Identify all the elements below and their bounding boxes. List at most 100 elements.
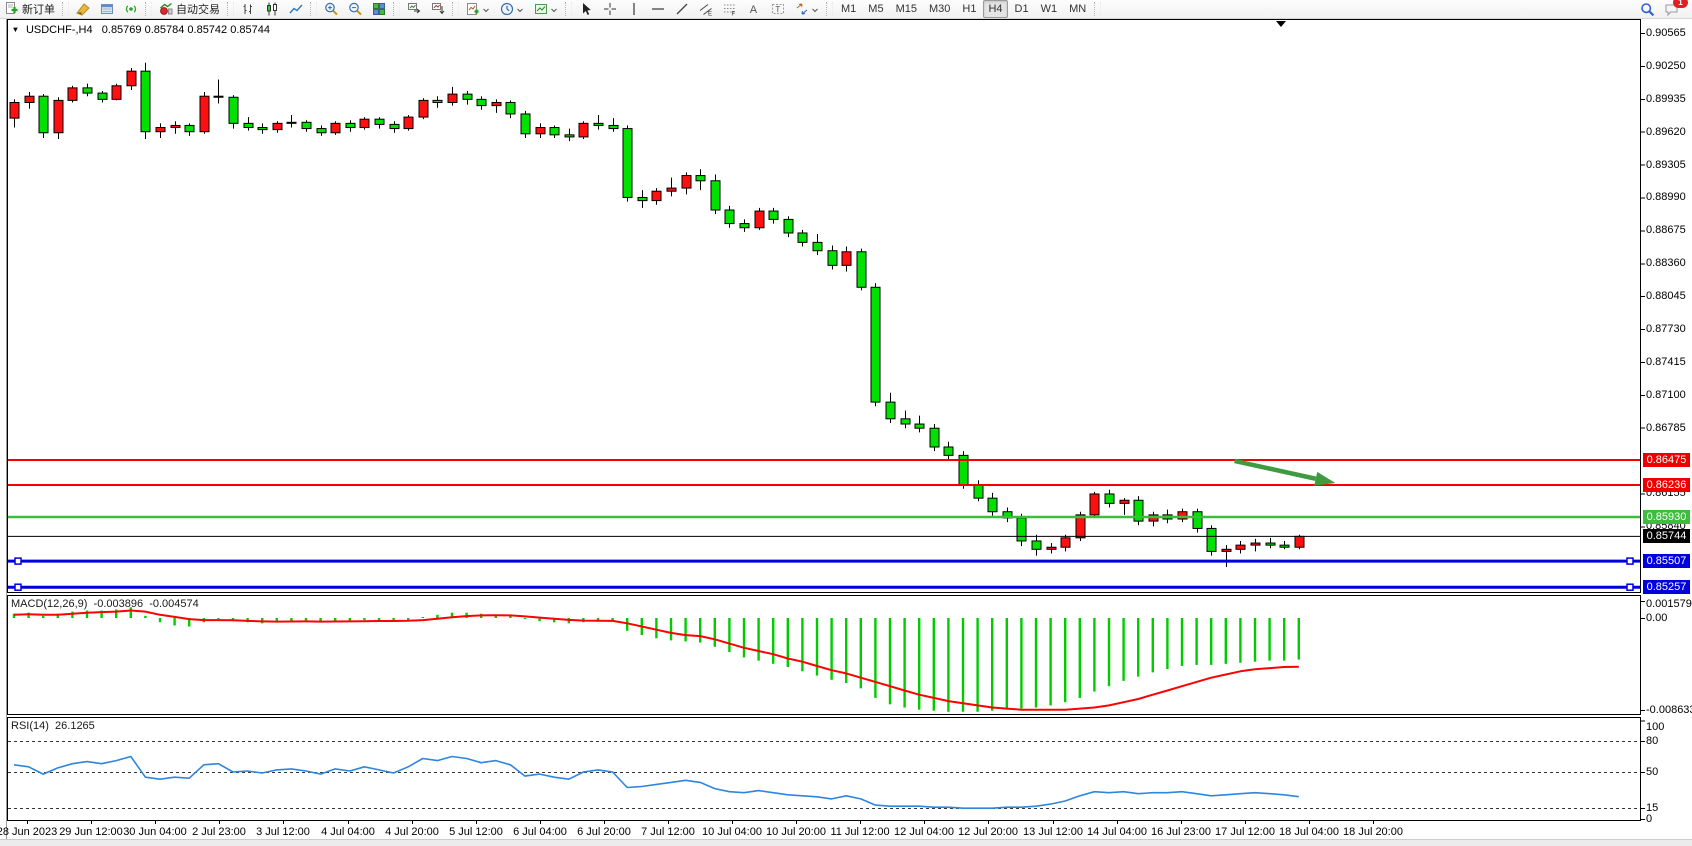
timeframe-m1-button[interactable]: M1 xyxy=(836,0,861,18)
signals-button[interactable] xyxy=(120,0,142,18)
data-window-button[interactable] xyxy=(96,0,118,18)
caret-down-icon[interactable] xyxy=(482,5,490,13)
object-line-2-handle[interactable] xyxy=(1627,584,1633,590)
caret-down-icon[interactable] xyxy=(811,5,819,13)
candle-body xyxy=(404,117,413,128)
macd-histogram-bar xyxy=(159,618,161,622)
candle-body xyxy=(317,129,326,133)
macd-histogram-bar xyxy=(1093,618,1095,692)
macd-histogram-bar xyxy=(976,618,978,712)
candle-body xyxy=(463,94,472,99)
cursor-button[interactable] xyxy=(575,0,597,18)
tile-windows-icon xyxy=(372,2,386,16)
indicators-button[interactable] xyxy=(462,0,494,18)
search-button[interactable] xyxy=(1636,0,1658,18)
chart-profiles-button[interactable] xyxy=(72,0,94,18)
macd-histogram-bar xyxy=(1006,618,1008,710)
auto-arrange-button[interactable] xyxy=(403,0,425,18)
macd-histogram-bar xyxy=(1239,618,1241,663)
autotrading-button[interactable]: 自动交易 xyxy=(155,0,224,18)
object-line-1-handle[interactable] xyxy=(15,558,21,564)
candle-body xyxy=(1090,494,1099,515)
candle-body xyxy=(1193,512,1202,529)
line-chart-button[interactable] xyxy=(285,0,307,18)
macd-histogram-bar xyxy=(743,618,745,657)
candle-body xyxy=(360,119,369,127)
candle-body xyxy=(448,94,457,102)
caret-down-icon[interactable] xyxy=(550,5,558,13)
trendline-button[interactable] xyxy=(671,0,693,18)
toolbar-group xyxy=(319,0,391,18)
vertical-line-button[interactable] xyxy=(623,0,645,18)
candle-body xyxy=(667,188,676,191)
text-button[interactable]: A xyxy=(743,0,765,18)
object-line-1-handle[interactable] xyxy=(1627,558,1633,564)
candle-body xyxy=(68,88,77,101)
chart-canvas[interactable] xyxy=(0,0,1692,846)
timeframe-h4-button[interactable]: H4 xyxy=(983,0,1007,18)
candle-body xyxy=(127,71,136,86)
autotrading-button-label: 自动交易 xyxy=(176,1,220,17)
toolbar-group xyxy=(461,0,563,18)
toolbar-separator xyxy=(452,2,459,16)
candle-body xyxy=(886,402,895,419)
templates-button[interactable] xyxy=(530,0,562,18)
fibonacci-button[interactable]: F xyxy=(719,0,741,18)
timeframe-mn-button[interactable]: MN xyxy=(1064,0,1091,18)
crosshair-button[interactable] xyxy=(599,0,621,18)
periods-button[interactable] xyxy=(496,0,528,18)
bar-chart-button[interactable] xyxy=(237,0,259,18)
candle-body xyxy=(331,123,340,132)
clock-icon xyxy=(500,2,514,16)
candle-body xyxy=(1076,515,1085,538)
macd-histogram-bar xyxy=(1049,618,1051,705)
candle-body xyxy=(185,125,194,131)
arrows-button[interactable] xyxy=(791,0,823,18)
candle-body xyxy=(200,96,209,131)
timeframe-group: M1M5M15M30H1H4D1W1MN xyxy=(835,0,1092,18)
candle-body xyxy=(112,86,121,100)
track-chart-button[interactable] xyxy=(427,0,449,18)
timeframe-m30-button[interactable]: M30 xyxy=(924,0,955,18)
macd-histogram-bar xyxy=(1210,618,1212,665)
svg-text:F: F xyxy=(732,12,736,17)
toolbar-group xyxy=(236,0,308,18)
text-label-button[interactable]: T xyxy=(767,0,789,18)
timeframe-m5-button[interactable]: M5 xyxy=(863,0,888,18)
candle-body xyxy=(258,128,267,130)
timeframe-d1-button[interactable]: D1 xyxy=(1010,0,1034,18)
toolbar-group: 自动交易 xyxy=(154,0,225,18)
macd-histogram-bar xyxy=(422,617,424,618)
timeframe-w1-button[interactable]: W1 xyxy=(1036,0,1063,18)
candle-body xyxy=(565,135,574,137)
candle-body xyxy=(287,122,296,123)
new-order-icon xyxy=(5,2,19,16)
new-order-button[interactable]: 新订单 xyxy=(1,0,59,18)
tile-windows-button[interactable] xyxy=(368,0,390,18)
timeframe-m15-button[interactable]: M15 xyxy=(891,0,922,18)
template-icon xyxy=(534,2,548,16)
candle-body xyxy=(988,498,997,512)
horizontal-line-button[interactable] xyxy=(647,0,669,18)
equidistant-channel-button[interactable]: E xyxy=(695,0,717,18)
macd-histogram-bar xyxy=(86,611,88,618)
mt4-terminal-window: 新订单自动交易EFATM1M5M15M30H1H4D1W1MN1 ▼ USDCH… xyxy=(0,0,1692,846)
macd-histogram-bar xyxy=(1268,618,1270,661)
caret-down-icon[interactable] xyxy=(516,5,524,13)
notifications-button[interactable]: 1 xyxy=(1660,0,1682,18)
object-line-2-handle[interactable] xyxy=(15,584,21,590)
toolbar-separator xyxy=(310,2,317,16)
candle-body xyxy=(492,102,501,105)
candle-body xyxy=(477,99,486,105)
candle-body xyxy=(171,125,180,127)
shapes-icon xyxy=(795,2,809,16)
candle-body xyxy=(1047,547,1056,549)
candlestick-chart-button[interactable] xyxy=(261,0,283,18)
zoom-in-button[interactable] xyxy=(320,0,342,18)
candle-body xyxy=(901,419,910,424)
vline-icon xyxy=(627,2,641,16)
timeframe-h1-button[interactable]: H1 xyxy=(957,0,981,18)
indicators-icon xyxy=(466,2,480,16)
zoom-out-button[interactable] xyxy=(344,0,366,18)
macd-histogram-bar xyxy=(1064,618,1066,702)
